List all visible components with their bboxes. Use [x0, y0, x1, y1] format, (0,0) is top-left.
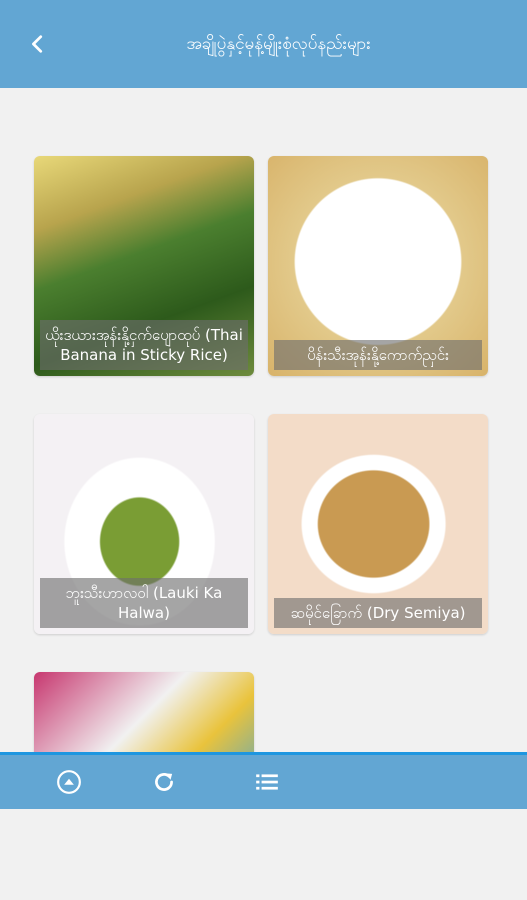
recipe-caption: ဆမိုင်ခြောက် (Dry Semiya) — [274, 598, 482, 628]
menu-button[interactable] — [251, 766, 283, 798]
back-button[interactable] — [22, 28, 54, 60]
recipe-card-dry-semiya[interactable]: ဆမိုင်ခြောက် (Dry Semiya) — [268, 414, 488, 634]
recipe-card-thai-banana[interactable]: ယိုးဒယားအုန်းနို့ငှက်ပျောထုပ် (Thai Bana… — [34, 156, 254, 376]
app-bar: အချိုပွဲနှင့်မုန့်မျိုးစုံလုပ်နည်းများ — [0, 0, 527, 88]
refresh-button[interactable] — [148, 766, 180, 798]
recipe-image — [34, 672, 254, 752]
recipe-caption: ယိုးဒယားအုန်းနို့ငှက်ပျောထုပ် (Thai Bana… — [40, 320, 248, 370]
page-title: အချိုပွဲနှင့်မုန့်မျိုးစုံလုပ်နည်းများ — [186, 34, 371, 54]
chevron-left-icon — [32, 35, 43, 53]
arrow-up-circle-icon — [57, 770, 81, 794]
list-menu-icon — [256, 774, 278, 790]
empty-area — [0, 809, 527, 900]
recipe-caption: ဘူးသီးဟာလဝါ (Lauki Ka Halwa) — [40, 578, 248, 628]
scroll-top-button[interactable] — [53, 766, 85, 798]
refresh-icon — [155, 773, 173, 791]
recipe-caption: ပိန်းသီးအုန်းနို့ကောက်ညှင်း — [274, 340, 482, 370]
recipe-card-coconut-sticky-rice[interactable]: ပိန်းသီးအုန်းနို့ကောက်ညှင်း — [268, 156, 488, 376]
recipe-card-partial[interactable] — [34, 672, 254, 752]
recipe-grid: ယိုးဒယားအုန်းနို့ငှက်ပျောထုပ် (Thai Bana… — [0, 88, 527, 752]
recipe-card-lauki-halwa[interactable]: ဘူးသီးဟာလဝါ (Lauki Ka Halwa) — [34, 414, 254, 634]
bottom-toolbar — [0, 752, 527, 809]
